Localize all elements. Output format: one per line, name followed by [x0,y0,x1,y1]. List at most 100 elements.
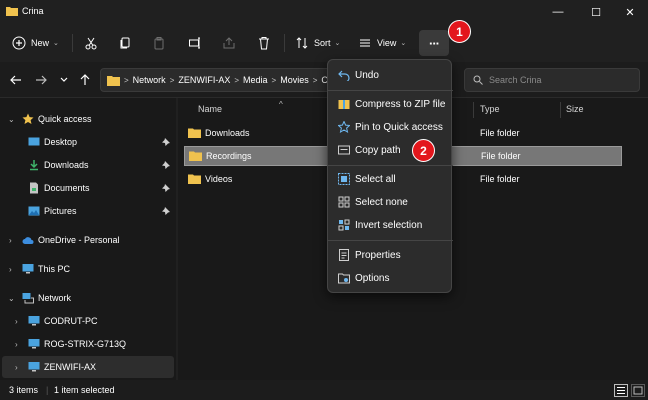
menu-item-select-none[interactable]: Select none [332,191,449,213]
pictures-icon [28,206,40,216]
details-view-icon [617,387,625,394]
sidebar-item-desktop[interactable]: Desktop [0,131,176,153]
search-box[interactable]: Search Crina [464,68,640,92]
documents-icon [30,182,38,194]
file-type: File folder [480,128,520,138]
folder-icon [189,151,202,161]
cut-button[interactable] [84,32,98,54]
sort-button[interactable]: Sort ⌄ [295,32,340,54]
menu-item-invert-selection[interactable]: Invert selection [332,214,449,236]
tiles-view-button[interactable] [631,384,645,397]
menu-item-undo[interactable]: Undo [332,64,449,86]
file-name: Downloads [205,128,250,138]
maximize-button[interactable]: ☐ [578,0,614,24]
sidebar-item-label: CODRUT-PC [44,316,98,326]
forward-button[interactable] [33,72,49,88]
sidebar-item-label: Downloads [44,160,89,170]
close-button[interactable]: ✕ [612,0,648,24]
chevron-right-icon[interactable]: › [9,265,12,274]
chevron-right-icon[interactable]: › [15,363,18,372]
sidebar-item-rog-strix[interactable]: › ROG-STRIX-G713Q [0,333,176,355]
sidebar-item-codrut-pc[interactable]: › CODRUT-PC [0,310,176,332]
recent-locations-button[interactable] [56,72,72,88]
chevron-right-icon: > [124,75,129,85]
computer-icon [28,339,40,349]
sidebar-item-network[interactable]: ⌄ Network [0,287,176,309]
column-header-size[interactable]: Size [566,104,584,114]
minimize-button[interactable]: — [540,0,576,24]
toolbar-divider [72,34,73,52]
copy-button[interactable] [118,32,132,54]
status-divider: | [46,385,49,395]
breadcrumb-media[interactable]: Media [243,75,268,85]
copy-path-icon [338,145,350,155]
network-icon [22,293,34,304]
column-header-type[interactable]: Type [480,104,500,114]
sidebar-item-downloads[interactable]: Downloads [0,154,176,176]
column-divider[interactable] [473,102,474,118]
sidebar-item-zenwifi[interactable]: › ZENWIFI-AX [2,356,174,378]
paste-button[interactable] [152,32,166,54]
pin-icon [162,207,170,215]
file-name: Recordings [206,151,252,161]
computer-icon [28,362,40,372]
invert-selection-icon [338,219,350,231]
see-more-button[interactable]: ··· [419,30,449,56]
copy-icon [120,37,130,49]
breadcrumb-network[interactable]: Network [133,75,166,85]
sidebar-item-documents[interactable]: Documents [0,177,176,199]
chevron-right-icon[interactable]: › [9,236,12,245]
sidebar-item-this-pc[interactable]: › This PC [0,258,176,280]
menu-divider [328,90,453,91]
new-icon [12,36,26,50]
details-view-button[interactable] [614,384,628,397]
chevron-down-icon [60,77,68,82]
menu-item-compress-zip[interactable]: Compress to ZIP file [332,93,449,115]
chevron-right-icon[interactable]: › [15,340,18,349]
menu-item-label: Compress to ZIP file [355,98,446,110]
back-button[interactable] [8,72,24,88]
view-button[interactable]: View ⌄ [358,32,406,54]
menu-item-label: Select all [355,173,396,185]
step-badge-2: 2 [412,139,435,162]
breadcrumb-zenwifi[interactable]: ZENWIFI-AX [178,75,230,85]
selected-count: 1 item selected [54,385,115,395]
chevron-down-icon[interactable]: ⌄ [8,294,15,303]
chevron-right-icon: > [312,75,318,85]
folder-icon [188,128,201,138]
share-button[interactable] [222,32,236,54]
file-type: File folder [481,151,521,161]
pin-icon [162,138,170,146]
sidebar-item-label: Network [38,293,72,303]
window-title: Crina [22,6,44,16]
paste-icon [154,37,164,50]
up-button[interactable] [77,72,93,88]
menu-item-options[interactable]: Options [332,267,449,289]
chevron-down-icon: ⌄ [400,40,407,47]
command-bar: New ⌄ Sort ⌄ View ⌄ [0,24,648,62]
menu-item-label: Select none [355,196,408,208]
menu-item-label: Properties [355,249,401,261]
sidebar-item-onedrive[interactable]: › OneDrive - Personal [0,229,176,251]
breadcrumb-movies[interactable]: Movies [280,75,309,85]
menu-item-properties[interactable]: Properties [332,244,449,266]
navigation-pane: ⌄ Quick access Desktop Downloads Documen… [0,98,176,380]
star-icon [22,113,34,124]
sidebar-item-label: Quick access [38,114,92,124]
arrow-up-icon [80,74,90,85]
delete-button[interactable] [257,32,271,54]
sidebar-item-pictures[interactable]: Pictures [0,200,176,222]
desktop-icon [28,137,40,146]
column-header-name[interactable]: Name [198,104,222,114]
chevron-right-icon[interactable]: › [15,317,18,326]
toolbar-divider [284,34,285,52]
chevron-down-icon[interactable]: ⌄ [8,115,15,124]
menu-item-select-all[interactable]: Select all [332,168,449,190]
sidebar-item-quick-access[interactable]: ⌄ Quick access [0,108,176,130]
menu-item-pin-quick-access[interactable]: Pin to Quick access [332,116,449,138]
sort-up-icon: ^ [279,100,283,109]
new-button[interactable]: New ⌄ [12,32,59,54]
menu-item-label: Pin to Quick access [355,121,443,133]
column-divider[interactable] [560,102,561,118]
rename-button[interactable] [188,32,202,54]
